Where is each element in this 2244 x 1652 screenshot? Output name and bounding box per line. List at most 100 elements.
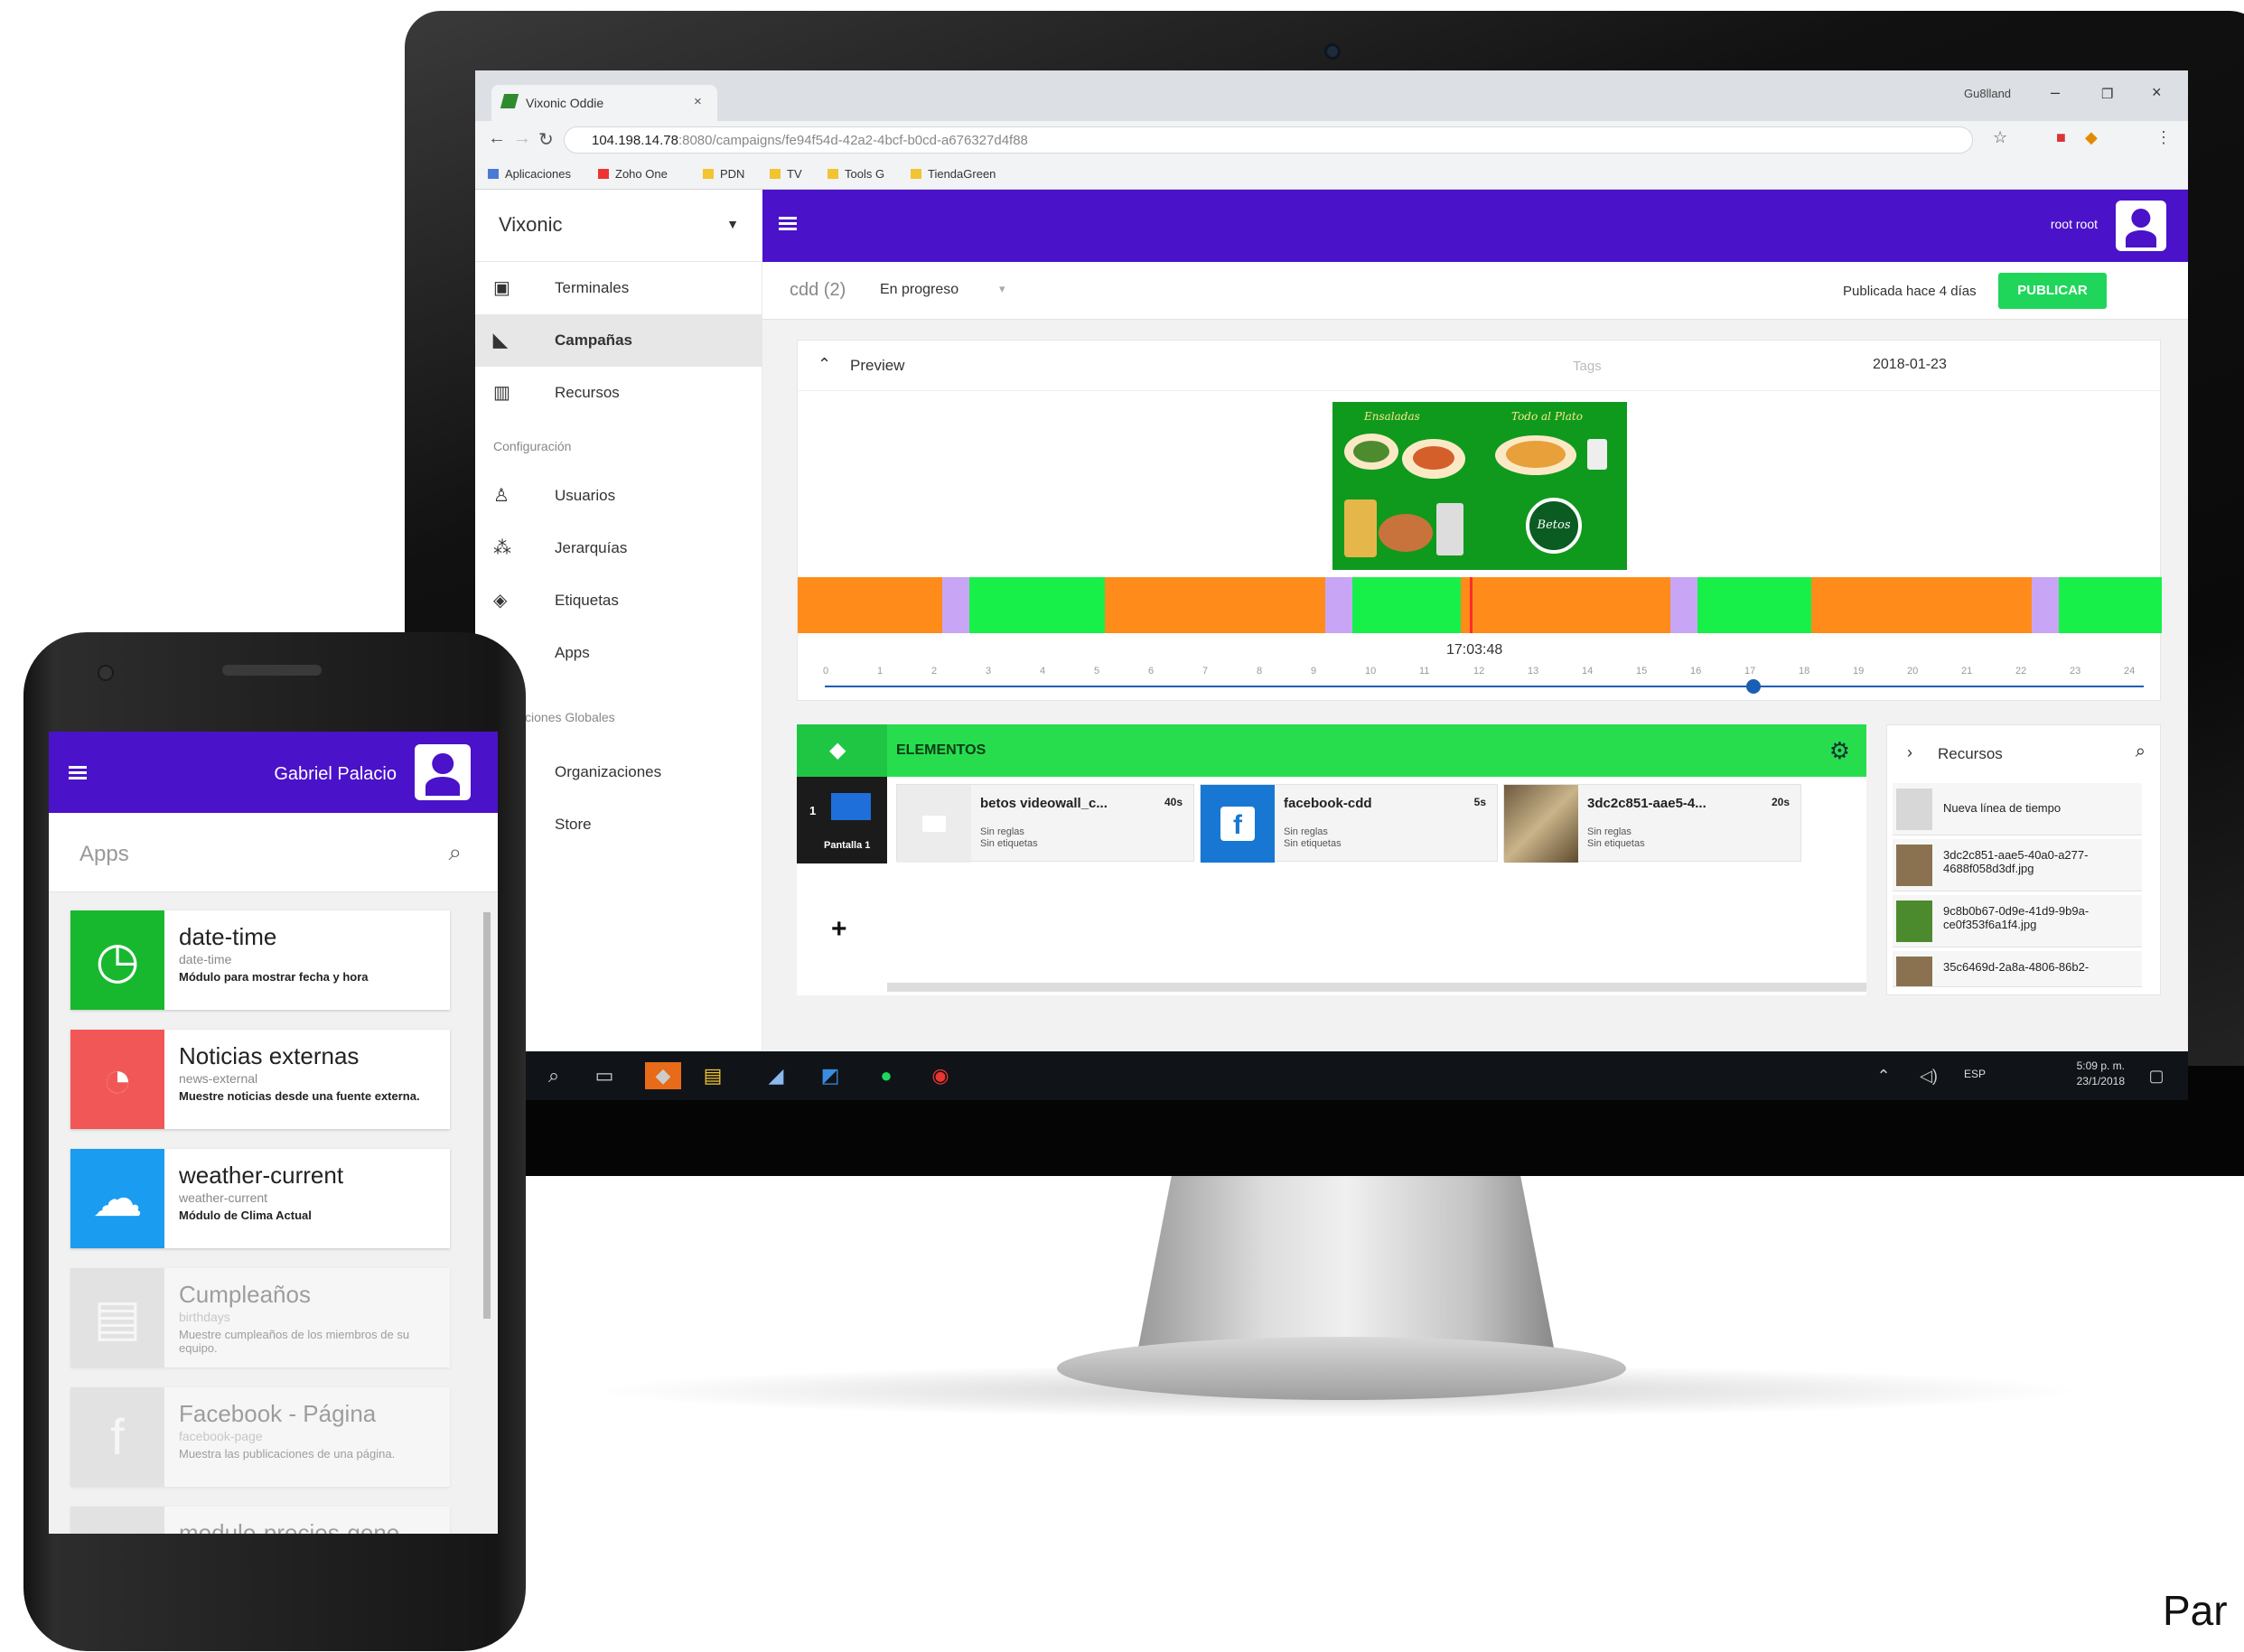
app-header: root root <box>762 190 2188 262</box>
videowall-preview: Ensaladas Todo al Plato Betos <box>1332 402 1627 570</box>
resource-item[interactable]: 9c8b0b67-0d9e-41d9-9b9a-ce0f353f6a1f4.jp… <box>1893 895 2142 947</box>
hour-ruler[interactable] <box>825 686 2144 687</box>
publish-button[interactable]: PUBLICAR <box>1998 273 2107 309</box>
forward-icon[interactable]: → <box>513 128 531 149</box>
vertical-scrollbar[interactable] <box>483 912 491 1319</box>
hour-tick-label: 23 <box>2070 666 2081 677</box>
resource-item[interactable]: 3dc2c851-aae5-40a0-a277-4688f058d3df.jpg <box>1893 839 2142 891</box>
user-icon: ♙ <box>493 486 510 506</box>
chevron-up-icon[interactable]: ⌃ <box>818 355 831 374</box>
apps-search[interactable]: Apps ⌕ <box>49 813 498 892</box>
app-icon[interactable]: ◢ <box>762 1062 790 1089</box>
element-card[interactable]: betos videowall_c... 40s Sin reglas Sin e… <box>896 784 1194 863</box>
timeline-segment[interactable] <box>969 577 1105 633</box>
timeline-segment[interactable] <box>2032 577 2059 633</box>
bookmark-tools[interactable]: Tools G <box>827 167 884 181</box>
app-card-modulo-precios[interactable]: ◯ modulo-precios-gene... <box>70 1507 450 1534</box>
bookmark-pdn[interactable]: PDN <box>703 167 744 181</box>
element-card[interactable]: f facebook-cdd 5s Sin reglas Sin etiqueta… <box>1200 784 1498 863</box>
horizontal-scrollbar[interactable] <box>887 983 1866 992</box>
chrome-icon[interactable]: ◉ <box>927 1062 954 1089</box>
close-window-icon[interactable]: × <box>2152 83 2162 102</box>
bookmark-tiendagreen[interactable]: TiendaGreen <box>911 167 996 181</box>
tags-filter[interactable]: Tags <box>1573 359 1602 374</box>
timeline-segment[interactable] <box>1811 577 2032 633</box>
bookmark-star-icon[interactable]: ☆ <box>1993 128 2007 147</box>
add-screen-button[interactable]: + <box>831 914 847 945</box>
timeline-segment[interactable] <box>942 577 969 633</box>
app-card-weather-current[interactable]: ☁ weather-current weather-current Módulo… <box>70 1149 450 1248</box>
org-selector[interactable]: Vixonic ▼ <box>475 190 762 262</box>
timeline-segment[interactable] <box>1352 577 1461 633</box>
minimize-icon[interactable]: – <box>2051 83 2060 102</box>
file-explorer-icon[interactable]: ▤ <box>699 1062 726 1089</box>
browser-tab[interactable]: Vixonic Oddie × <box>491 85 717 121</box>
reload-icon[interactable]: ↻ <box>538 128 554 151</box>
avatar[interactable] <box>2116 201 2166 251</box>
playlist-timeline[interactable] <box>798 577 2162 633</box>
gear-icon[interactable]: ⚙ <box>1829 737 1850 765</box>
input-language[interactable]: ESP <box>1964 1068 1986 1080</box>
sidebar-item-recursos[interactable]: ▥ Recursos <box>475 367 762 419</box>
volume-icon[interactable]: ◁) <box>1915 1062 1942 1089</box>
back-icon[interactable]: ← <box>488 128 506 149</box>
timeline-segment[interactable] <box>1325 577 1352 633</box>
screen-selector[interactable]: 1 Pantalla 1 <box>797 777 887 863</box>
resource-item[interactable]: 35c6469d-2a8a-4806-86b2- <box>1893 951 2142 987</box>
sidebar-item-terminales[interactable]: ▣ Terminales <box>475 262 762 314</box>
menu-dots-icon[interactable]: ⋮ <box>2155 128 2172 147</box>
elements-title: ELEMENTOS <box>896 742 986 758</box>
chevron-up-icon[interactable]: ⌃ <box>1870 1062 1897 1089</box>
chevron-right-icon[interactable]: › <box>1907 743 1912 762</box>
timeline-segment[interactable] <box>2059 577 2162 633</box>
app-icon[interactable]: ◆ <box>645 1062 681 1089</box>
videowall-tile: Todo al Plato <box>1481 403 1626 485</box>
app-card-facebook-pagina[interactable]: f Facebook - Página facebook-page Muestr… <box>70 1387 450 1487</box>
brand-name: Vixonic <box>499 213 563 236</box>
hour-tick-label: 11 <box>1419 666 1430 677</box>
sidebar-item-jerarquias[interactable]: ⁂ Jerarquías <box>475 522 762 574</box>
timeline-segment[interactable] <box>1105 577 1325 633</box>
search-icon[interactable]: ⌕ <box>448 838 462 867</box>
app-card-cumpleanos[interactable]: ▤ Cumpleaños birthdays Muestre cumpleaño… <box>70 1268 450 1367</box>
address-bar[interactable]: 104.198.14.78:8080/campaigns/fe94f54d-42… <box>564 126 1973 154</box>
timeline-segment[interactable] <box>1461 577 1670 633</box>
preview-date[interactable]: 2018-01-23 <box>1873 357 1947 373</box>
search-input[interactable]: Apps <box>79 842 129 867</box>
webcam-icon <box>1324 43 1341 60</box>
timeline-playhead[interactable] <box>1470 577 1473 633</box>
preview-panel: ⌃ Preview Tags 2018-01-23 Ensaladas Todo… <box>797 340 2162 701</box>
timeline-segment[interactable] <box>1697 577 1811 633</box>
app-card-date-time[interactable]: ◷ date-time date-time Módulo para mostra… <box>70 910 450 1010</box>
extension-icon[interactable]: ◆ <box>2085 128 2098 147</box>
element-card[interactable]: 3dc2c851-aae5-4... 20s Sin reglas Sin eti… <box>1503 784 1801 863</box>
sidebar-item-campanas[interactable]: ◣ Campañas <box>475 314 762 367</box>
sidebar-item-etiquetas[interactable]: ◈ Etiquetas <box>475 574 762 627</box>
hamburger-menu-icon[interactable] <box>69 766 87 769</box>
app-card-noticias-externas[interactable]: ◔ Noticias externas news-external Muestr… <box>70 1030 450 1129</box>
app-icon[interactable]: ◩ <box>817 1062 844 1089</box>
timeline-segment[interactable] <box>798 577 942 633</box>
time-scrubber-handle[interactable] <box>1746 679 1761 694</box>
bookmark-tv[interactable]: TV <box>770 167 802 181</box>
restore-icon[interactable]: ❐ <box>2101 86 2113 102</box>
spotify-icon[interactable]: ● <box>873 1062 900 1089</box>
current-time: 17:03:48 <box>1446 642 1503 658</box>
search-icon[interactable]: ⌕ <box>2136 742 2146 762</box>
timeline-segment[interactable] <box>1670 577 1697 633</box>
sidebar-item-usuarios[interactable]: ♙ Usuarios <box>475 470 762 522</box>
resource-item[interactable]: Nueva línea de tiempo <box>1893 783 2142 835</box>
avatar[interactable] <box>415 744 471 800</box>
notifications-icon[interactable]: ▢ <box>2143 1062 2170 1089</box>
videowall-tile <box>1333 487 1479 569</box>
bookmark-apps[interactable]: Aplicaciones <box>488 167 571 181</box>
hamburger-menu-icon[interactable] <box>779 217 797 219</box>
bookmark-zoho[interactable]: Zoho One <box>598 167 668 181</box>
taskbar-clock[interactable]: 5:09 p. m. 23/1/2018 <box>2077 1059 2125 1089</box>
task-view-icon[interactable]: ▭ <box>591 1062 618 1089</box>
tag-icon: ◈ <box>493 591 508 611</box>
search-icon[interactable]: ⌕ <box>540 1062 567 1089</box>
extension-icon[interactable]: ■ <box>2056 128 2066 147</box>
campaign-status-select[interactable]: En progreso <box>880 282 958 298</box>
close-tab-icon[interactable]: × <box>694 94 702 109</box>
